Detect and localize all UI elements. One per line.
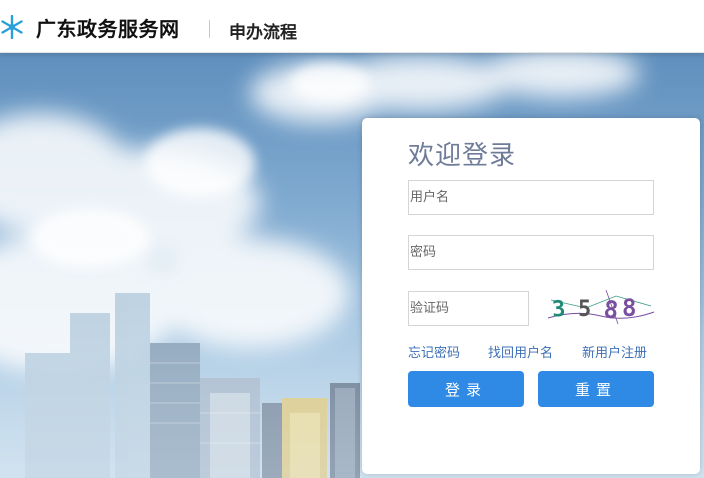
login-button[interactable]: 登录 xyxy=(408,371,524,407)
svg-text:8: 8 xyxy=(602,295,619,324)
top-header: 广东政务服务网 申办流程 xyxy=(0,0,704,53)
login-title: 欢迎登录 xyxy=(408,141,517,171)
forgot-username-link[interactable]: 找回用户名 xyxy=(488,342,553,361)
nav-application-process[interactable]: 申办流程 xyxy=(229,18,297,43)
svg-text:5: 5 xyxy=(578,297,591,322)
password-input[interactable] xyxy=(408,235,654,270)
register-link[interactable]: 新用户注册 xyxy=(582,342,647,361)
svg-text:8: 8 xyxy=(622,294,636,322)
reset-button[interactable]: 重置 xyxy=(538,371,654,407)
forgot-password-link[interactable]: 忘记密码 xyxy=(408,342,460,361)
site-title[interactable]: 广东政务服务网 xyxy=(36,13,180,42)
captcha-input[interactable] xyxy=(408,291,529,326)
captcha-image[interactable]: 3 5 8 8 xyxy=(546,288,656,326)
header-divider xyxy=(209,20,210,38)
snowflake-logo-icon[interactable] xyxy=(0,15,24,39)
svg-text:3: 3 xyxy=(551,297,566,323)
username-input[interactable] xyxy=(408,180,654,215)
login-panel: 欢迎登录 3 5 8 8 忘记密码 找回用户名 新用户注册 登录 重置 xyxy=(362,118,700,474)
